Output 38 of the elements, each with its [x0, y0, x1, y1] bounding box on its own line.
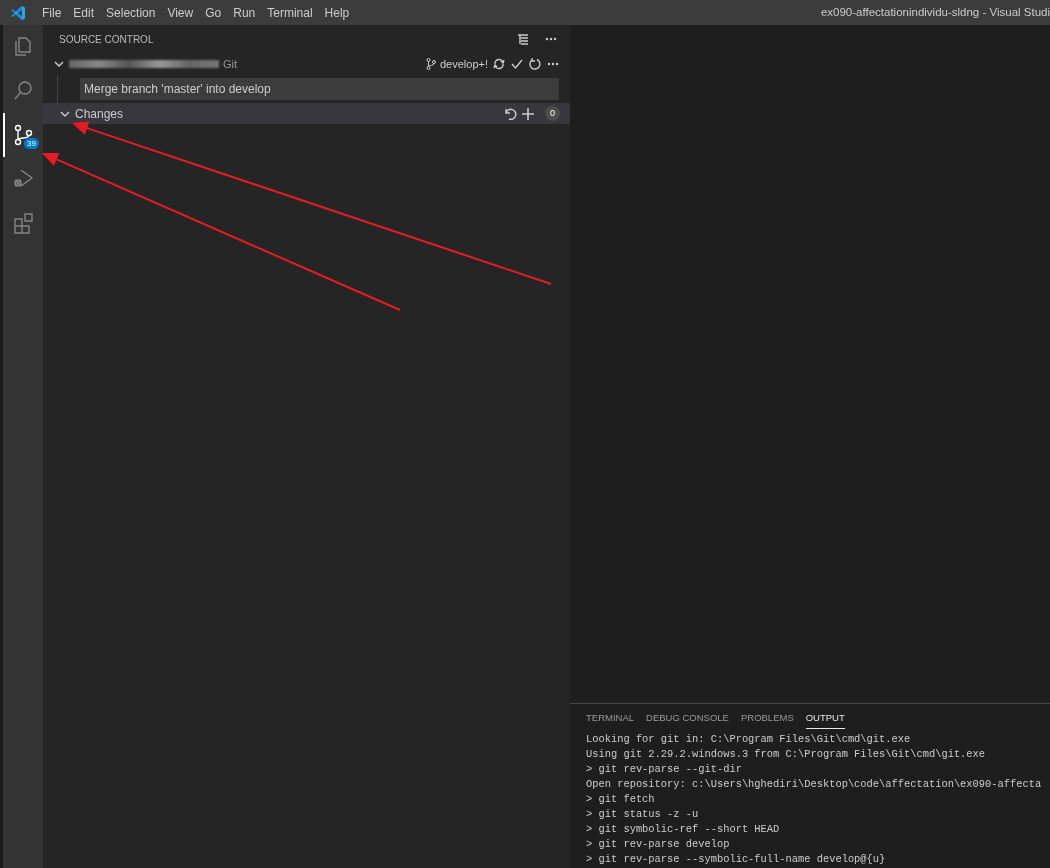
undo-icon[interactable]	[503, 106, 517, 121]
app-logo-icon	[10, 4, 26, 21]
output-line: Open repository: c:\Users\hghediri\Desktop\code\affectation\ex090-affecta	[586, 777, 1043, 792]
sync-icon[interactable]	[492, 57, 506, 71]
branch-label[interactable]: develop+!	[440, 55, 488, 73]
output-line: > git rev-parse --symbolic-full-name develop@{u}	[586, 852, 887, 867]
panel-tab[interactable]: PROBLEMS	[740, 706, 794, 730]
commit-message-field[interactable]: Merge branch 'master' into develop	[80, 78, 559, 100]
menu-item[interactable]: Run	[227, 3, 262, 22]
count-badge: 0	[545, 106, 560, 121]
count-badge: 39	[24, 138, 39, 149]
output-line: > git rev-parse develop	[586, 837, 731, 852]
section-label[interactable]: Changes	[75, 104, 124, 123]
menu-item[interactable]: Terminal	[261, 3, 319, 22]
menu-item[interactable]: Help	[318, 3, 356, 22]
blocks-icon	[12, 211, 36, 235]
branch-icon	[426, 58, 436, 70]
output-line: > git fetch	[586, 792, 656, 807]
menu-item[interactable]: File	[36, 3, 68, 22]
output-line: > git status -z -u	[586, 807, 700, 822]
output-line: Looking for git in: C:\Program Files\Git\cmd\git.exe	[586, 732, 912, 747]
check-icon[interactable]	[510, 57, 524, 71]
plus-icon[interactable]	[521, 106, 535, 121]
menu-item[interactable]: Go	[199, 3, 228, 22]
list-icon[interactable]	[516, 32, 530, 46]
output-line: > git rev-parse --git-dir	[586, 762, 743, 777]
window-title: ex090-affectationindividu-sldng - Visual Studi	[820, 4, 1050, 20]
refresh-icon[interactable]	[528, 57, 542, 71]
menu-item[interactable]: View	[161, 3, 200, 22]
menu-item[interactable]: Edit	[67, 3, 101, 22]
panel-title: SOURCE CONTROL	[59, 32, 154, 47]
output-line: Using git 2.29.2.windows.3 from C:\Program Files\Git\cmd\git.exe	[586, 747, 987, 762]
panel-tab[interactable]: TERMINAL	[586, 706, 635, 730]
provider-label: Git	[223, 56, 238, 72]
panel-tab[interactable]: OUTPUT	[805, 706, 845, 730]
panel-tab[interactable]: DEBUG CONSOLE	[646, 706, 729, 730]
output-line: > git symbolic-ref --short HEAD	[586, 822, 781, 837]
menu-item[interactable]: Selection	[100, 3, 162, 22]
